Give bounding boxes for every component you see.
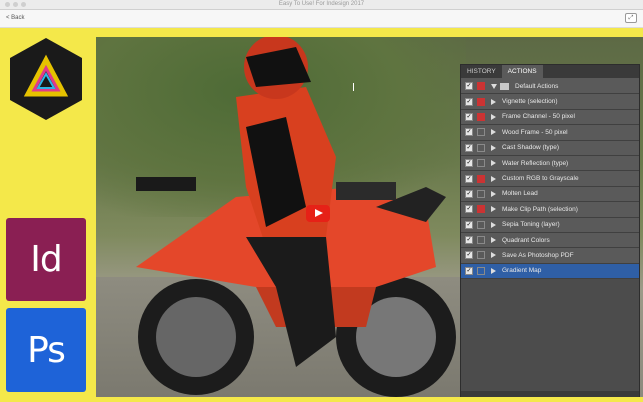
play-action-icon[interactable] xyxy=(491,144,496,151)
mouse-cursor-icon xyxy=(353,83,359,91)
action-row[interactable]: ✓ Save As Photoshop PDF xyxy=(461,248,639,264)
action-label: Make Clip Path (selection) xyxy=(502,205,578,213)
action-label: Sepia Toning (layer) xyxy=(502,221,560,229)
play-action-icon[interactable] xyxy=(491,129,496,136)
action-row[interactable]: ✓ Frame Channel - 50 pixel xyxy=(461,110,639,126)
panel-footer-toolbar xyxy=(461,391,639,397)
dialog-toggle-icon[interactable] xyxy=(477,236,485,245)
check-icon[interactable]: ✓ xyxy=(465,205,473,214)
tab-actions[interactable]: ACTIONS xyxy=(501,65,543,78)
fullscreen-button[interactable]: ⤢ xyxy=(625,13,637,23)
check-icon[interactable]: ✓ xyxy=(465,97,473,106)
play-action-icon[interactable] xyxy=(491,267,496,274)
play-action-icon[interactable] xyxy=(491,252,496,259)
dialog-toggle-icon[interactable] xyxy=(477,82,485,91)
dialog-toggle-icon[interactable] xyxy=(477,189,485,198)
check-icon[interactable]: ✓ xyxy=(465,82,473,91)
action-row[interactable]: ✓ Water Reflection (type) xyxy=(461,156,639,172)
check-icon[interactable]: ✓ xyxy=(465,112,473,121)
action-row[interactable]: ✓ Custom RGB to Grayscale xyxy=(461,171,639,187)
check-icon[interactable]: ✓ xyxy=(465,143,473,152)
action-row[interactable]: ✓ Make Clip Path (selection) xyxy=(461,202,639,218)
check-icon[interactable]: ✓ xyxy=(465,189,473,198)
dialog-toggle-icon[interactable] xyxy=(477,251,485,260)
check-icon[interactable]: ✓ xyxy=(465,220,473,229)
folder-icon xyxy=(500,82,509,90)
window-title: Easy To Use! For Indesign 2017 xyxy=(278,1,365,7)
fullscreen-icon: ⤢ xyxy=(628,14,634,21)
action-label: Save As Photoshop PDF xyxy=(502,251,574,259)
action-label: Gradient Map xyxy=(502,267,542,275)
play-action-icon[interactable] xyxy=(491,160,496,167)
action-row[interactable]: ✓ Cast Shadow (type) xyxy=(461,141,639,156)
dialog-toggle-icon[interactable] xyxy=(477,205,485,214)
action-row[interactable]: ✓ Sepia Toning (layer) xyxy=(461,218,639,233)
check-icon[interactable]: ✓ xyxy=(465,159,473,168)
back-button[interactable]: < Back xyxy=(6,15,25,21)
check-icon[interactable]: ✓ xyxy=(465,128,473,137)
dialog-toggle-icon[interactable] xyxy=(477,220,485,229)
check-icon[interactable]: ✓ xyxy=(465,251,473,260)
check-icon[interactable]: ✓ xyxy=(465,266,473,275)
dialog-toggle-icon[interactable] xyxy=(477,112,485,121)
tab-history[interactable]: HISTORY xyxy=(461,65,502,78)
action-label: Quadrant Colors xyxy=(502,236,550,244)
indesign-label: Id xyxy=(30,239,62,280)
dialog-toggle-icon[interactable] xyxy=(477,174,485,183)
window-titlebar: Easy To Use! For Indesign 2017 xyxy=(0,0,643,10)
expand-icon[interactable] xyxy=(491,83,497,89)
actions-list: ✓ Default Actions ✓ Vignette (selection)… xyxy=(461,78,639,280)
action-row[interactable]: ✓ Quadrant Colors xyxy=(461,233,639,249)
panel-tabs: HISTORY ACTIONS xyxy=(461,65,639,78)
photoshop-app-icon[interactable]: Ps xyxy=(6,308,86,392)
dialog-toggle-icon[interactable] xyxy=(477,128,485,137)
play-action-icon[interactable] xyxy=(491,98,496,105)
dialog-toggle-icon[interactable] xyxy=(477,159,485,168)
action-label: Frame Channel - 50 pixel xyxy=(502,113,575,121)
play-action-icon[interactable] xyxy=(491,221,496,228)
action-row[interactable]: ✓ Vignette (selection) xyxy=(461,94,639,110)
photoshop-label: Ps xyxy=(27,329,66,371)
action-label: Water Reflection (type) xyxy=(502,159,569,167)
dialog-toggle-icon[interactable] xyxy=(477,97,485,106)
action-label: Custom RGB to Grayscale xyxy=(502,175,579,183)
video-player[interactable]: HISTORY ACTIONS ✓ Default Actions ✓ Vign… xyxy=(96,37,643,397)
action-row[interactable]: ✓ Wood Frame - 50 pixel xyxy=(461,125,639,141)
check-icon[interactable]: ✓ xyxy=(465,236,473,245)
play-action-icon[interactable] xyxy=(491,175,496,182)
check-icon[interactable]: ✓ xyxy=(465,174,473,183)
dialog-toggle-icon[interactable] xyxy=(477,266,485,275)
action-label: Wood Frame - 50 pixel xyxy=(502,128,568,136)
play-action-icon[interactable] xyxy=(491,113,496,120)
play-button[interactable] xyxy=(306,205,330,222)
play-action-icon[interactable] xyxy=(491,190,496,197)
action-label: Cast Shadow (type) xyxy=(502,144,560,152)
action-label: Default Actions xyxy=(515,82,559,90)
action-row-selected[interactable]: ✓ Gradient Map xyxy=(461,263,639,280)
play-action-icon[interactable] xyxy=(491,237,496,244)
action-label: Vignette (selection) xyxy=(502,98,558,106)
indesign-app-icon[interactable]: Id xyxy=(6,218,86,301)
action-row[interactable]: ✓ Molten Lead xyxy=(461,187,639,203)
action-set-default[interactable]: ✓ Default Actions xyxy=(461,79,639,95)
dialog-toggle-icon[interactable] xyxy=(477,143,485,152)
navigation-bar: < Back ⤢ xyxy=(0,10,643,28)
action-label: Molten Lead xyxy=(502,190,538,198)
actions-panel: HISTORY ACTIONS ✓ Default Actions ✓ Vign… xyxy=(460,64,640,397)
play-action-icon[interactable] xyxy=(491,206,496,213)
app-logo xyxy=(10,38,82,120)
motorcycle-image xyxy=(136,37,456,397)
